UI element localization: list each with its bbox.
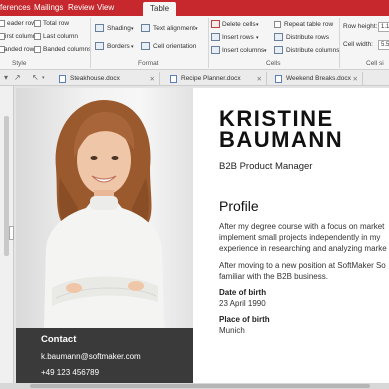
row-height-input[interactable]: 1.1 <box>378 22 389 32</box>
delete-cells-icon[interactable] <box>211 20 220 28</box>
cell-width-input[interactable]: 5.5 <box>378 40 389 50</box>
banded-rows-label: anded rows <box>4 46 38 53</box>
pob-value: Munich <box>219 326 245 335</box>
distribute-rows-button[interactable]: Distribute rows <box>286 34 329 42</box>
tab-view[interactable]: View <box>97 3 114 12</box>
dob-value: 23 April 1990 <box>219 299 266 308</box>
close-icon[interactable]: ✕ <box>150 75 155 83</box>
name-line-last: BAUMANN <box>219 127 344 152</box>
borders-button[interactable]: Borders <box>107 43 130 51</box>
total-row-checkbox[interactable] <box>34 20 41 27</box>
profile-paragraph-2: After moving to a new position at SoftMa… <box>219 260 386 282</box>
resume-name: KRISTINE BAUMANN <box>219 106 344 152</box>
profile-line: After my degree course with a focus on m… <box>219 222 385 231</box>
scroll-thumb[interactable] <box>30 384 370 388</box>
format-group-label: Format <box>138 60 159 67</box>
delete-cells-button[interactable]: Delete cells <box>222 21 256 29</box>
doc-tab-label: Steakhouse.docx <box>70 75 120 82</box>
ribbon-tab-bar: ferences Mailings Review View Table <box>0 0 389 16</box>
distribute-columns-button[interactable]: Distribute columns <box>286 47 339 55</box>
insert-rows-icon[interactable] <box>211 33 220 41</box>
tab-mailings[interactable]: Mailings <box>34 3 63 12</box>
expand-icon[interactable]: ↗ <box>14 73 21 82</box>
chevron-down-icon[interactable]: ▾ <box>131 25 134 33</box>
doc-tab-steakhouse[interactable]: Steakhouse.docx ✕ <box>56 72 160 85</box>
profile-photo <box>16 88 193 328</box>
document-page[interactable]: Contact k.baumann@softmaker.com +49 123 … <box>16 88 389 383</box>
header-row-checkbox[interactable] <box>0 20 5 27</box>
sidebar-grip[interactable] <box>9 226 14 240</box>
contact-email: k.baumann@softmaker.com <box>41 352 141 361</box>
group-separator <box>208 18 209 68</box>
chevron-down-icon[interactable]: ▾ <box>256 34 259 42</box>
horizontal-scrollbar[interactable] <box>0 383 389 389</box>
doc-tab-label: Weekend Breaks.docx <box>286 75 351 82</box>
pointer-icon[interactable]: ↖ <box>32 73 39 82</box>
borders-icon[interactable] <box>95 42 104 50</box>
cell-size-group-label: Cell si <box>366 60 384 67</box>
tab-references[interactable]: ferences <box>0 3 31 12</box>
chevron-down-icon[interactable]: ▾ <box>264 47 267 55</box>
document-icon <box>170 75 177 83</box>
profile-paragraph-1: After my degree course with a focus on m… <box>219 221 387 254</box>
insert-columns-icon[interactable] <box>211 46 220 54</box>
tab-review[interactable]: Review <box>68 3 94 12</box>
chevron-down-icon[interactable]: ▾ <box>42 75 45 81</box>
contact-phone: +49 123 456789 <box>41 368 100 377</box>
banded-columns-checkbox[interactable] <box>34 46 41 53</box>
name-line-first: KRISTINE <box>219 106 334 131</box>
insert-columns-button[interactable]: Insert columns <box>222 47 264 55</box>
profile-line: After moving to a new position at SoftMa… <box>219 261 386 270</box>
resume-role: B2B Product Manager <box>219 161 313 172</box>
profile-line: experience in researching and analyzing … <box>219 244 387 253</box>
document-workspace: Contact k.baumann@softmaker.com +49 123 … <box>0 86 389 389</box>
document-icon <box>275 75 282 83</box>
close-icon[interactable]: ✕ <box>257 75 262 83</box>
contact-box: Contact k.baumann@softmaker.com +49 123 … <box>16 328 193 383</box>
contact-heading: Contact <box>41 334 77 345</box>
group-separator <box>339 18 340 68</box>
text-alignment-button[interactable]: Text alignment <box>153 25 195 33</box>
chevron-down-icon[interactable]: ▾ <box>256 21 259 29</box>
dob-label: Date of birth <box>219 288 267 297</box>
cell-width-label: Cell width: <box>343 41 373 48</box>
cell-orientation-button[interactable]: Cell orientation <box>153 43 196 51</box>
repeat-table-row-checkbox[interactable] <box>274 21 281 28</box>
vertical-scrollbar[interactable] <box>0 86 14 383</box>
group-separator <box>90 18 91 68</box>
doc-tab-label: Recipe Planner.docx <box>181 75 241 82</box>
insert-rows-button[interactable]: Insert rows <box>222 34 254 42</box>
first-column-label: irst column <box>5 33 37 40</box>
banded-columns-label: Banded columns <box>43 46 92 53</box>
document-tab-bar: ▾ ↗ ↖ ▾ Steakhouse.docx ✕ Recipe Planner… <box>0 70 389 86</box>
doc-tab-recipe-planner[interactable]: Recipe Planner.docx ✕ <box>167 72 267 85</box>
cells-group-label: Cells <box>266 60 281 67</box>
pob-label: Place of birth <box>219 315 270 324</box>
close-icon[interactable]: ✕ <box>353 75 358 83</box>
profile-line: implement small projects independently i… <box>219 233 381 242</box>
profile-line: familiar with the B2B business. <box>219 272 328 281</box>
ribbon: eader row Total row irst column Last col… <box>0 16 389 70</box>
total-row-label: Total row <box>43 20 70 27</box>
shading-button[interactable]: Shading <box>107 25 131 33</box>
dropdown-icon[interactable]: ▾ <box>4 73 8 82</box>
style-group-label: Style <box>12 60 27 67</box>
tab-table[interactable]: Table <box>143 2 177 16</box>
chevron-down-icon[interactable]: ▾ <box>131 43 134 51</box>
document-icon <box>59 75 66 83</box>
chevron-down-icon[interactable]: ▾ <box>195 25 198 33</box>
profile-heading: Profile <box>219 198 259 214</box>
doc-tab-weekend-breaks[interactable]: Weekend Breaks.docx ✕ <box>272 72 363 85</box>
distribute-columns-icon[interactable] <box>274 46 283 54</box>
last-column-label: Last column <box>43 33 79 40</box>
shading-icon[interactable] <box>95 24 104 32</box>
distribute-rows-icon[interactable] <box>274 33 283 41</box>
cell-orientation-icon[interactable] <box>141 42 150 50</box>
row-height-label: Row height: <box>343 23 378 30</box>
last-column-checkbox[interactable] <box>34 33 41 40</box>
header-row-label: eader row <box>7 20 36 27</box>
repeat-table-row-label: Repeat table row <box>284 21 334 28</box>
text-alignment-icon[interactable] <box>141 24 150 32</box>
